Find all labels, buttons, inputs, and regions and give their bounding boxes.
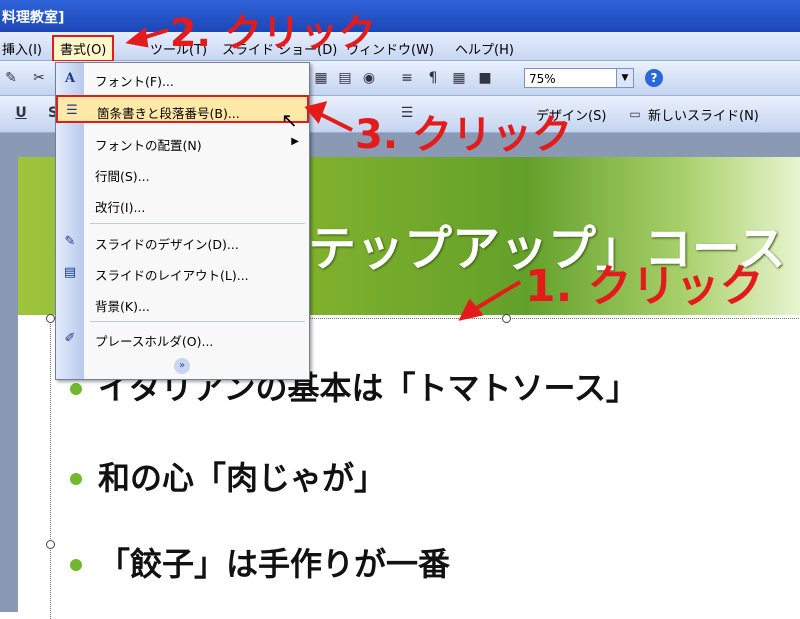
annotation-step2: 2. クリック [170, 11, 377, 55]
arrowhead-icon [304, 101, 328, 124]
arrowhead-icon [125, 27, 149, 48]
arrow-step1 [468, 280, 522, 314]
arrowhead-icon [458, 298, 484, 321]
annotation-step1: 1. クリック [525, 261, 764, 312]
annotation-step3: 3. クリック [355, 112, 572, 158]
